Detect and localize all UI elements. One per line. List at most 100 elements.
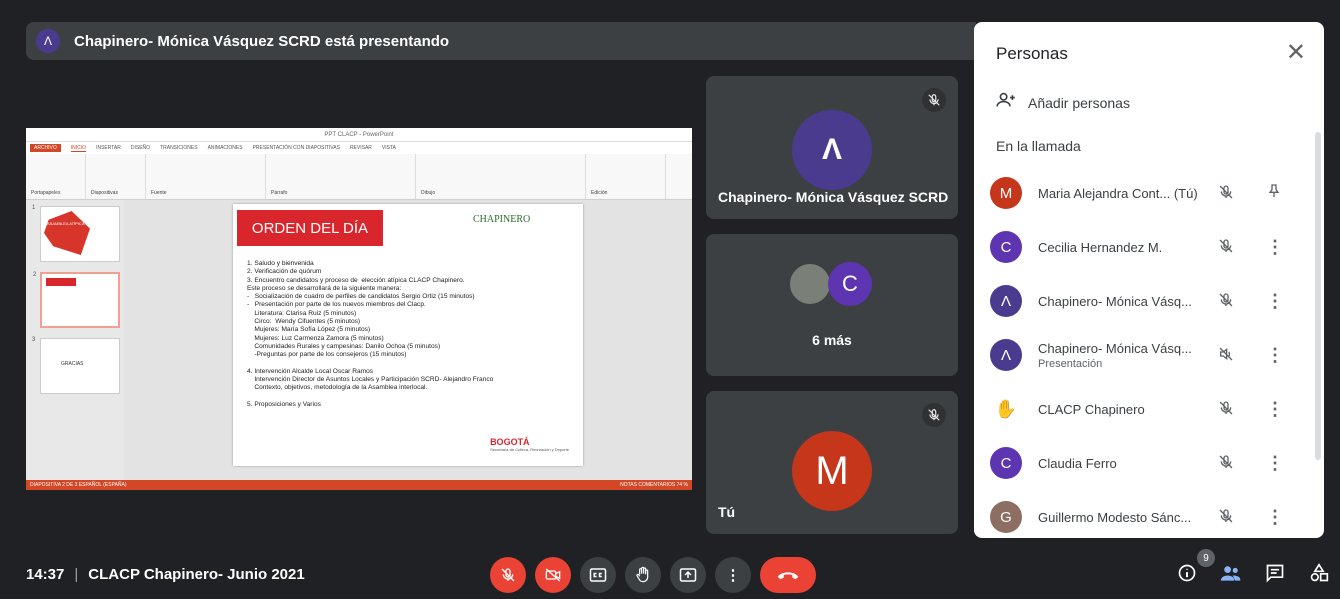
list-item[interactable]: Λ Chapinero- Mónica Vásq... ⋮ (974, 274, 1314, 328)
logo-text: BOGOTÁ (490, 437, 530, 447)
captions-button[interactable] (580, 557, 616, 593)
thumb-title: ASAMBLEA ATÍPICA CLACP (47, 221, 99, 226)
close-icon[interactable]: ✕ (1286, 38, 1306, 67)
meeting-title: CLACP Chapinero- Junio 2021 (88, 566, 305, 583)
avatar: Λ (990, 285, 1022, 317)
ribbon-group: Párrafo (266, 154, 416, 199)
avatar: G (990, 501, 1022, 533)
powerpoint-body: 1 ASAMBLEA ATÍPICA CLACP 2 3 GRACIAS ORD… (26, 200, 692, 480)
pp-tab: ARCHIVO (30, 144, 61, 152)
avatar: C (990, 231, 1022, 263)
participant-name: Claudia Ferro (1038, 455, 1117, 471)
list-item[interactable]: G Guillermo Modesto Sánc... ⋮ (974, 490, 1314, 538)
participant-name: Chapinero- Mónica Vásq... (1038, 293, 1192, 309)
pin-icon[interactable] (1266, 182, 1282, 205)
avatar: C (990, 447, 1022, 479)
divider: | (74, 566, 79, 583)
participant-name: Guillermo Modesto Sánc... (1038, 509, 1192, 525)
powerpoint-tabs: ARCHIVO INICIO INSERTAR DISEÑO TRANSICIO… (26, 142, 692, 154)
participant-tile-presenter[interactable]: Λ Chapinero- Mónica Vásquez SCRD (706, 76, 958, 219)
more-options-icon[interactable]: ⋮ (1266, 507, 1284, 528)
avatar: ✋ (990, 393, 1022, 425)
more-options-icon[interactable]: ⋮ (1266, 237, 1284, 258)
camera-off-icon (545, 568, 561, 582)
avatar-group: C (788, 262, 872, 306)
pp-tab: REVISAR (349, 145, 372, 151)
list-item[interactable]: C Claudia Ferro ⋮ (974, 436, 1314, 490)
thumb-number: 1 (32, 205, 36, 211)
leave-call-button[interactable] (760, 557, 816, 593)
slide-locality: CHAPINERO (473, 214, 531, 225)
participant-name: Chapinero- Mónica Vásq... Presentación (1038, 341, 1206, 370)
section-label: En la llamada (996, 138, 1081, 154)
bogota-logo: BOGOTÁ Secretaría de Cultura, Recreación… (490, 437, 569, 452)
thumb-number: 3 (32, 337, 36, 343)
people-icon (1220, 566, 1241, 581)
slide-thumbnail: 1 ASAMBLEA ATÍPICA CLACP (32, 205, 120, 262)
activities-icon (1310, 563, 1329, 582)
mic-toggle-button[interactable] (490, 557, 526, 593)
mic-off-icon (922, 403, 946, 427)
mic-off-icon (501, 568, 515, 582)
pp-tab: DISEÑO (130, 145, 151, 151)
chat-button[interactable] (1264, 563, 1286, 588)
hang-up-icon (777, 572, 799, 580)
map-graphic (44, 211, 90, 255)
chat-icon (1266, 564, 1284, 583)
participant-name: Cecilia Hernandez M. (1038, 239, 1163, 255)
pp-tab: ANIMACIONES (207, 145, 243, 151)
info-button[interactable] (1176, 563, 1198, 588)
participant-tile-self[interactable]: M Tú (706, 391, 958, 534)
call-controls: ⋮ (490, 557, 816, 593)
shared-screen: PPT CLACP - PowerPoint ARCHIVO INICIO IN… (26, 128, 692, 490)
avatar-photo (788, 262, 832, 306)
list-item[interactable]: M Maria Alejandra Cont... (Tú) (974, 166, 1314, 220)
camera-toggle-button[interactable] (535, 557, 571, 593)
slide-agenda: 1. Saludo y bienvenida 2. Verificación d… (247, 260, 494, 409)
status-left: DIAPOSITIVA 2 DE 3 ESPAÑOL (ESPAÑA) (30, 482, 127, 488)
more-options-icon[interactable]: ⋮ (1266, 345, 1284, 366)
panel-scrollbar[interactable] (1315, 132, 1321, 460)
mic-off-icon (1218, 400, 1234, 419)
list-item[interactable]: C Cecilia Hernandez M. ⋮ (974, 220, 1314, 274)
activities-button[interactable] (1308, 563, 1330, 588)
slide-thumbnail: 3 GRACIAS (32, 337, 120, 394)
tile-name: Tú (718, 504, 736, 520)
participant-name: CLACP Chapinero (1038, 401, 1145, 417)
presenter-avatar: Λ (36, 29, 60, 53)
more-options-icon[interactable]: ⋮ (1266, 399, 1284, 420)
slide-title: ORDEN DEL DÍA (237, 210, 383, 246)
hand-icon (636, 566, 649, 583)
side-controls (1176, 563, 1330, 588)
pp-tab: INSERTAR (96, 145, 121, 151)
current-slide: ORDEN DEL DÍA CHAPINERO 1. Saludo y bien… (233, 204, 583, 466)
list-item[interactable]: ✋ CLACP Chapinero ⋮ (974, 382, 1314, 436)
ribbon-group: Diapositivas (86, 154, 146, 199)
tile-name: Chapinero- Mónica Vásquez SCRD (718, 189, 949, 205)
captions-icon (589, 568, 607, 582)
ribbon-group: Edición (586, 154, 666, 199)
self-avatar-large: M (792, 431, 872, 511)
participant-name-text: Chapinero- Mónica Vásq... (1038, 340, 1192, 356)
more-options-button[interactable]: ⋮ (715, 557, 751, 593)
add-person-icon (996, 92, 1016, 113)
avatar: C (828, 262, 872, 306)
raise-hand-button[interactable] (625, 557, 661, 593)
present-button[interactable] (670, 557, 706, 593)
powerpoint-title: PPT CLACP - PowerPoint (26, 128, 692, 142)
ribbon-group: Portapapeles (26, 154, 86, 199)
add-people-button[interactable]: Añadir personas (996, 92, 1130, 113)
thumb-number: 2 (33, 272, 37, 278)
thumb-header (46, 278, 76, 286)
slide-area: ORDEN DEL DÍA CHAPINERO 1. Saludo y bien… (124, 200, 692, 480)
people-button[interactable] (1220, 563, 1242, 588)
mic-off-icon (1218, 454, 1234, 473)
participant-tile-more[interactable]: C 6 más (706, 234, 958, 376)
add-people-label: Añadir personas (1028, 94, 1130, 111)
list-item[interactable]: Λ Chapinero- Mónica Vásq... Presentación… (974, 328, 1314, 382)
present-icon (679, 568, 697, 582)
ribbon-group: Fuente (146, 154, 266, 199)
more-options-icon[interactable]: ⋮ (1266, 453, 1284, 474)
more-options-icon[interactable]: ⋮ (1266, 291, 1284, 312)
clock: 14:37 (26, 566, 65, 583)
